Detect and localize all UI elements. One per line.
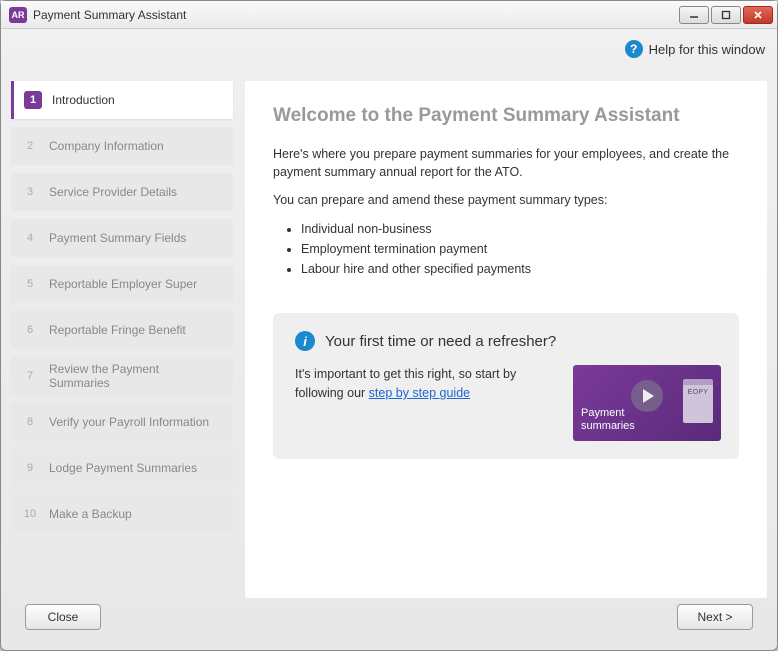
wizard-step-4[interactable]: 4 Payment Summary Fields bbox=[11, 219, 233, 257]
step-label: Make a Backup bbox=[49, 507, 132, 521]
wizard-step-8[interactable]: 8 Verify your Payroll Information bbox=[11, 403, 233, 441]
close-button[interactable]: Close bbox=[25, 604, 101, 630]
step-number: 5 bbox=[21, 275, 39, 293]
app-icon: AR bbox=[9, 7, 27, 23]
list-item: Individual non-business bbox=[301, 219, 739, 239]
window-title: Payment Summary Assistant bbox=[33, 8, 186, 22]
wizard-step-1[interactable]: 1 Introduction bbox=[11, 81, 233, 119]
step-label: Reportable Fringe Benefit bbox=[49, 323, 186, 337]
callout-text: It's important to get this right, so sta… bbox=[295, 365, 555, 403]
footer-bar: Close Next > bbox=[11, 598, 767, 642]
titlebar: AR Payment Summary Assistant bbox=[1, 1, 777, 29]
minimize-button[interactable] bbox=[679, 6, 709, 24]
video-caption: Payment summaries bbox=[581, 407, 635, 433]
calendar-icon bbox=[683, 379, 713, 423]
wizard-sidebar: 1 Introduction 2 Company Information 3 Servic… bbox=[11, 81, 233, 598]
main-panel: Welcome to the Payment Summary Assistant… bbox=[245, 81, 767, 598]
content-area: 1 Introduction 2 Company Information 3 Servic… bbox=[11, 63, 767, 598]
window-controls bbox=[679, 6, 773, 24]
step-label: Review the Payment Summaries bbox=[49, 362, 223, 390]
wizard-step-7[interactable]: 7 Review the Payment Summaries bbox=[11, 357, 233, 395]
step-number: 8 bbox=[21, 413, 39, 431]
step-label: Service Provider Details bbox=[49, 185, 177, 199]
callout-title: Your first time or need a refresher? bbox=[325, 333, 556, 350]
maximize-button[interactable] bbox=[711, 6, 741, 24]
wizard-step-9[interactable]: 9 Lodge Payment Summaries bbox=[11, 449, 233, 487]
play-icon bbox=[631, 380, 663, 412]
page-heading: Welcome to the Payment Summary Assistant bbox=[273, 105, 739, 127]
step-label: Reportable Employer Super bbox=[49, 277, 197, 291]
step-number: 2 bbox=[21, 137, 39, 155]
intro-paragraph-1: Here's where you prepare payment summari… bbox=[273, 145, 739, 181]
step-by-step-guide-link[interactable]: step by step guide bbox=[369, 386, 470, 400]
close-window-button[interactable] bbox=[743, 6, 773, 24]
step-label: Verify your Payroll Information bbox=[49, 415, 209, 429]
intro-paragraph-2: You can prepare and amend these payment … bbox=[273, 191, 739, 209]
list-item: Labour hire and other specified payments bbox=[301, 259, 739, 279]
step-label: Company Information bbox=[49, 139, 164, 153]
window-body: ? Help for this window 1 Introduction 2 Com… bbox=[1, 29, 777, 650]
wizard-step-3[interactable]: 3 Service Provider Details bbox=[11, 173, 233, 211]
first-time-callout: i Your first time or need a refresher? I… bbox=[273, 313, 739, 459]
help-row: ? Help for this window bbox=[11, 35, 767, 63]
step-number: 7 bbox=[21, 367, 39, 385]
step-number: 1 bbox=[24, 91, 42, 109]
step-number: 4 bbox=[21, 229, 39, 247]
step-number: 3 bbox=[21, 183, 39, 201]
video-thumbnail[interactable]: Payment summaries bbox=[573, 365, 721, 441]
step-number: 6 bbox=[21, 321, 39, 339]
step-label: Payment Summary Fields bbox=[49, 231, 186, 245]
step-number: 9 bbox=[21, 459, 39, 477]
next-button[interactable]: Next > bbox=[677, 604, 753, 630]
wizard-step-2[interactable]: 2 Company Information bbox=[11, 127, 233, 165]
app-window: AR Payment Summary Assistant ? Help for … bbox=[0, 0, 778, 651]
summary-types-list: Individual non-businessEmployment termin… bbox=[301, 219, 739, 279]
list-item: Employment termination payment bbox=[301, 239, 739, 259]
wizard-step-6[interactable]: 6 Reportable Fringe Benefit bbox=[11, 311, 233, 349]
step-label: Lodge Payment Summaries bbox=[49, 461, 197, 475]
help-link[interactable]: Help for this window bbox=[649, 42, 765, 57]
step-number: 10 bbox=[21, 505, 39, 523]
step-label: Introduction bbox=[52, 93, 115, 107]
wizard-step-10[interactable]: 10 Make a Backup bbox=[11, 495, 233, 533]
help-icon[interactable]: ? bbox=[625, 40, 643, 58]
info-icon: i bbox=[295, 331, 315, 351]
wizard-step-5[interactable]: 5 Reportable Employer Super bbox=[11, 265, 233, 303]
